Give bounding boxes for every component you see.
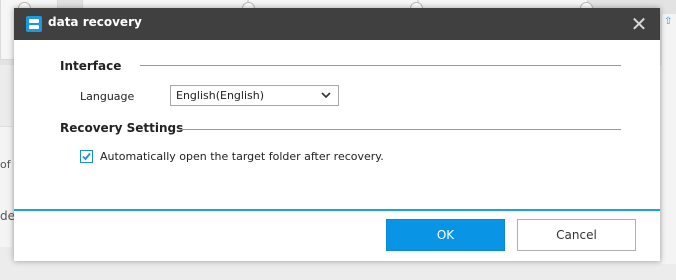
cancel-button[interactable]: Cancel	[517, 219, 636, 251]
language-select-value: English(English)	[176, 89, 265, 102]
auto-open-label: Automatically open the target folder aft…	[100, 150, 384, 163]
background-side-panel	[662, 14, 676, 264]
section-divider	[180, 129, 621, 130]
language-label: Language	[80, 90, 135, 103]
footer-divider	[14, 209, 660, 211]
chevron-down-icon	[321, 92, 331, 99]
auto-open-checkbox[interactable]	[80, 150, 93, 163]
language-select[interactable]: English(English)	[170, 85, 339, 106]
ok-button[interactable]: OK	[386, 219, 505, 251]
checkmark-icon	[82, 152, 91, 161]
interface-section-title: Interface	[60, 59, 122, 73]
close-icon[interactable]: ✕	[628, 14, 650, 34]
dialog-title: data recovery	[48, 15, 142, 29]
dialog-titlebar: data recovery ✕	[14, 8, 660, 40]
recovery-settings-section-title: Recovery Settings	[60, 121, 184, 135]
background-panel	[0, 126, 12, 247]
data-recovery-icon	[26, 16, 42, 32]
background-text: of	[0, 158, 11, 171]
section-divider	[140, 65, 621, 66]
background-text: de	[0, 209, 15, 223]
settings-dialog: data recovery ✕ Interface Language Engli…	[14, 8, 660, 261]
background-arrow-icon: ⇧	[664, 16, 673, 27]
